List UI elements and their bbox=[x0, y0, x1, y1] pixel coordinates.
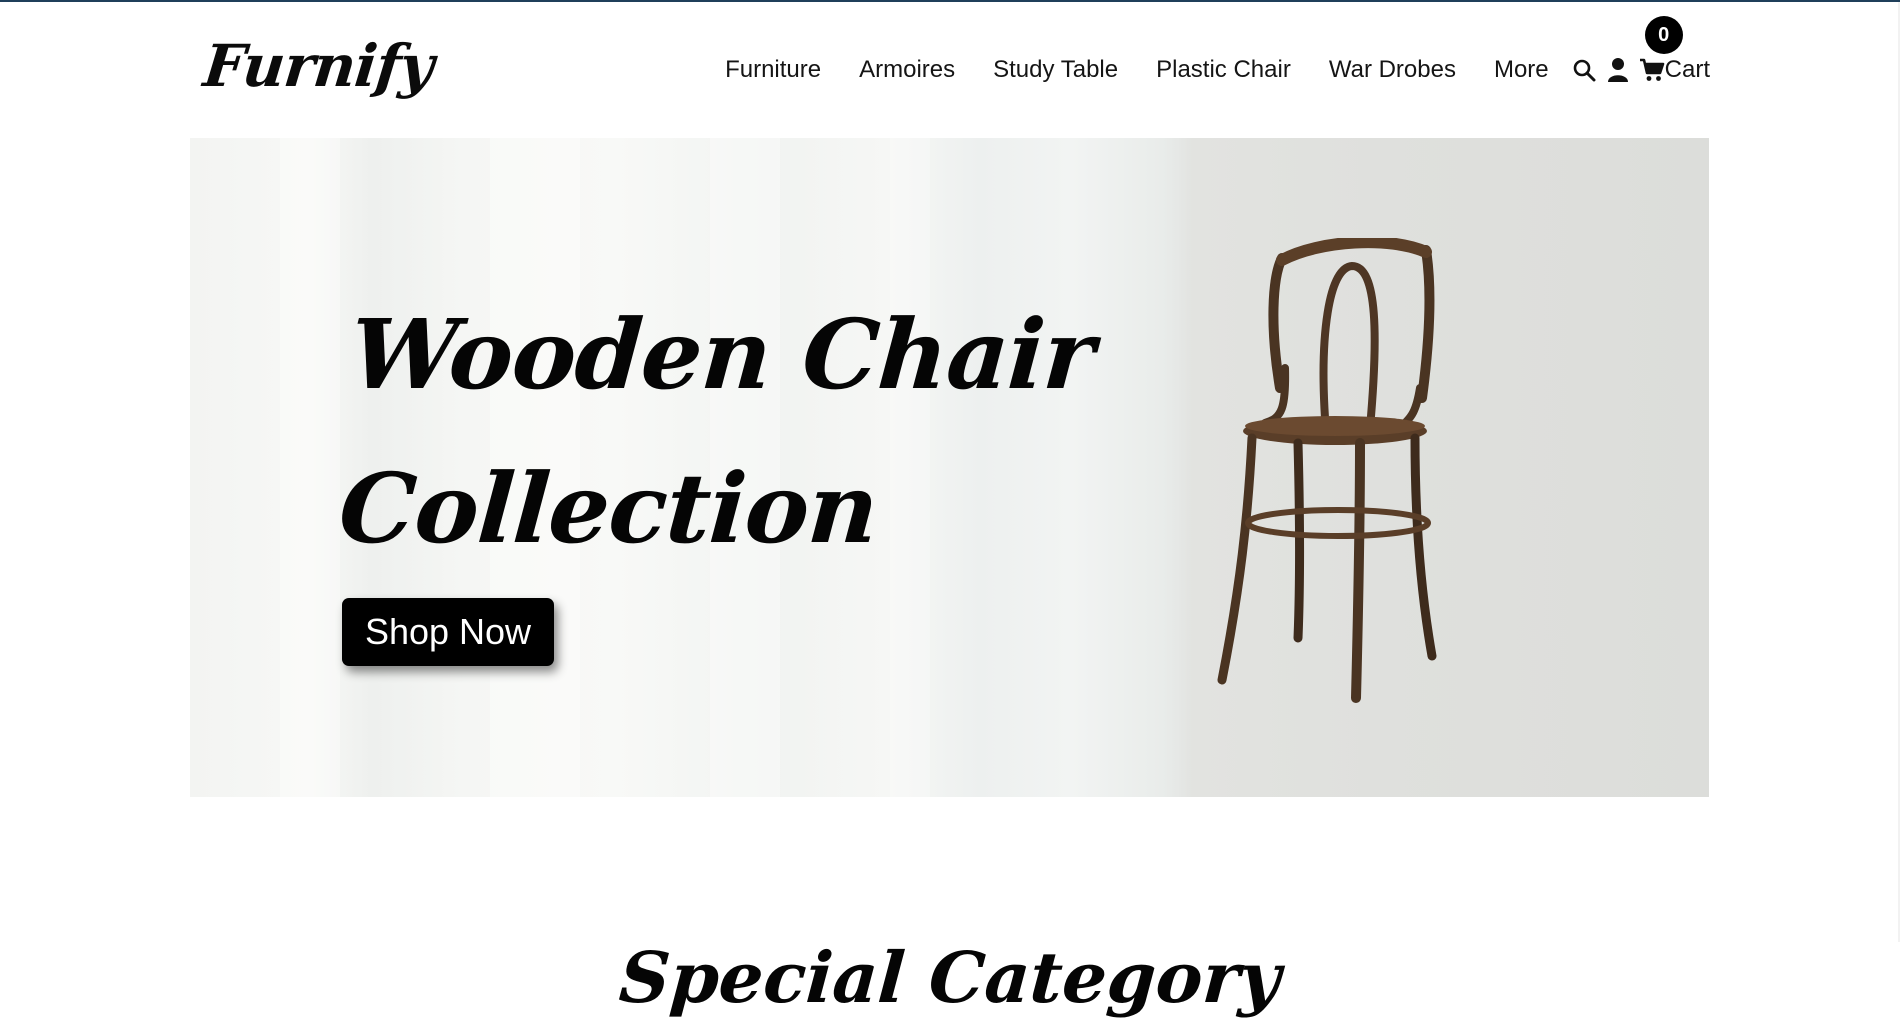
user-icon[interactable] bbox=[1605, 55, 1631, 85]
nav-item-armoires[interactable]: Armoires bbox=[859, 56, 955, 84]
hero-title-line2: Collection bbox=[335, 452, 882, 565]
hero-title-line1: Wooden Chair bbox=[346, 298, 1098, 411]
shop-now-button[interactable]: Shop Now bbox=[342, 598, 554, 666]
brand-logo[interactable]: Furnify bbox=[200, 32, 436, 100]
cart-label: Cart bbox=[1664, 56, 1710, 83]
hero-banner: Wooden Chair Collection Shop Now bbox=[190, 138, 1709, 797]
nav-item-plastic-chair[interactable]: Plastic Chair bbox=[1156, 56, 1291, 84]
main-nav: Furniture Armoires Study Table Plastic C… bbox=[725, 16, 1710, 86]
special-category-heading: Special Category bbox=[616, 936, 1284, 1019]
nav-item-furniture[interactable]: Furniture bbox=[725, 56, 821, 84]
wooden-chair-image bbox=[1217, 238, 1437, 703]
cart-icon bbox=[1639, 58, 1664, 81]
nav-item-more[interactable]: More bbox=[1494, 56, 1549, 84]
cart-count-badge: 0 bbox=[1644, 16, 1683, 54]
search-icon[interactable] bbox=[1571, 55, 1597, 85]
nav-item-war-drobes[interactable]: War Drobes bbox=[1329, 56, 1456, 84]
nav-item-study-table[interactable]: Study Table bbox=[993, 56, 1118, 84]
site-header: Furnify Furniture Armoires Study Table P… bbox=[190, 2, 1710, 138]
hero-title: Wooden Chair Collection bbox=[334, 278, 1098, 586]
curtain-fold bbox=[280, 138, 340, 797]
cart-button[interactable]: 0 Cart bbox=[1639, 16, 1710, 84]
